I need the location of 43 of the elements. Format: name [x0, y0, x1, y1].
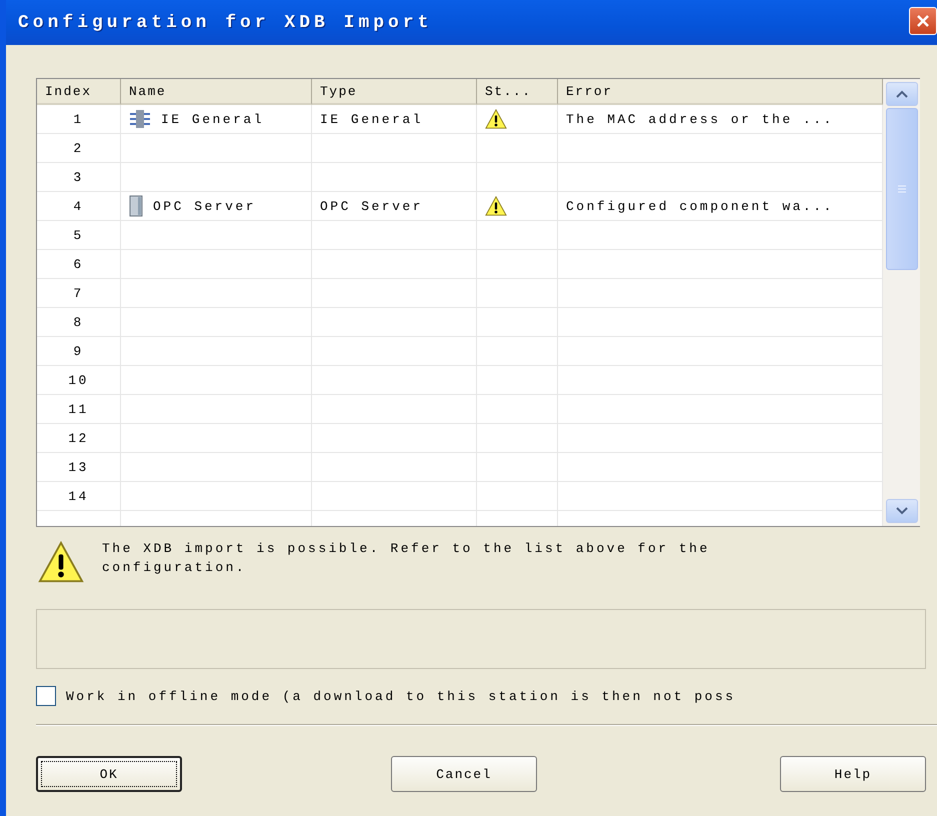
table-cell: 13	[37, 453, 121, 482]
dialog-button[interactable]: Cancel	[391, 756, 537, 792]
warning-icon	[485, 195, 507, 217]
column-header[interactable]: Index	[37, 79, 121, 105]
table-cell: 2	[37, 134, 121, 163]
offline-checkbox[interactable]	[36, 686, 56, 706]
table-cell: 11	[37, 395, 121, 424]
table-cell: OPC Server	[312, 192, 477, 221]
table-cell: IE General	[121, 105, 312, 134]
server-module-icon	[129, 195, 143, 217]
table-cell: OPC Server	[121, 192, 312, 221]
close-icon	[915, 12, 931, 28]
warning-icon	[38, 539, 84, 585]
table-cell: 4	[37, 192, 121, 221]
table-cell: The MAC address or the ...	[558, 105, 883, 134]
column-header[interactable]: Name	[121, 79, 312, 105]
table-cell: 10	[37, 366, 121, 395]
table-cell: 6	[37, 250, 121, 279]
table-cell: 9	[37, 337, 121, 366]
table-cell: 5	[37, 221, 121, 250]
message-text: The XDB import is possible. Refer to the list above for the configuration.	[102, 540, 711, 577]
table-cell: 7	[37, 279, 121, 308]
table-cell: 1	[37, 105, 121, 134]
table-cell: 3	[37, 163, 121, 192]
scroll-up-icon	[896, 90, 908, 98]
column-header[interactable]: St...	[477, 79, 558, 105]
grip-icon	[896, 185, 906, 193]
table-cell: 14	[37, 482, 121, 511]
table-cell: IE General	[312, 105, 477, 134]
dialog-button[interactable]: OK	[36, 756, 182, 792]
scroll-down-icon	[896, 507, 908, 515]
scrollbar[interactable]	[883, 79, 920, 526]
warning-icon	[485, 108, 507, 130]
column-header[interactable]: Error	[558, 79, 883, 105]
close-button[interactable]	[909, 6, 937, 34]
table-cell: 12	[37, 424, 121, 453]
window-title: Configuration for XDB Import	[18, 12, 432, 32]
table-cell: 8	[37, 308, 121, 337]
network-module-icon	[129, 109, 151, 129]
dialog-button[interactable]: Help	[780, 756, 926, 792]
column-header[interactable]: Type	[312, 79, 477, 105]
table-cell: Configured component wa...	[558, 192, 883, 221]
checkbox-label: Work in offline mode (a download to this station is then not poss	[66, 688, 736, 704]
